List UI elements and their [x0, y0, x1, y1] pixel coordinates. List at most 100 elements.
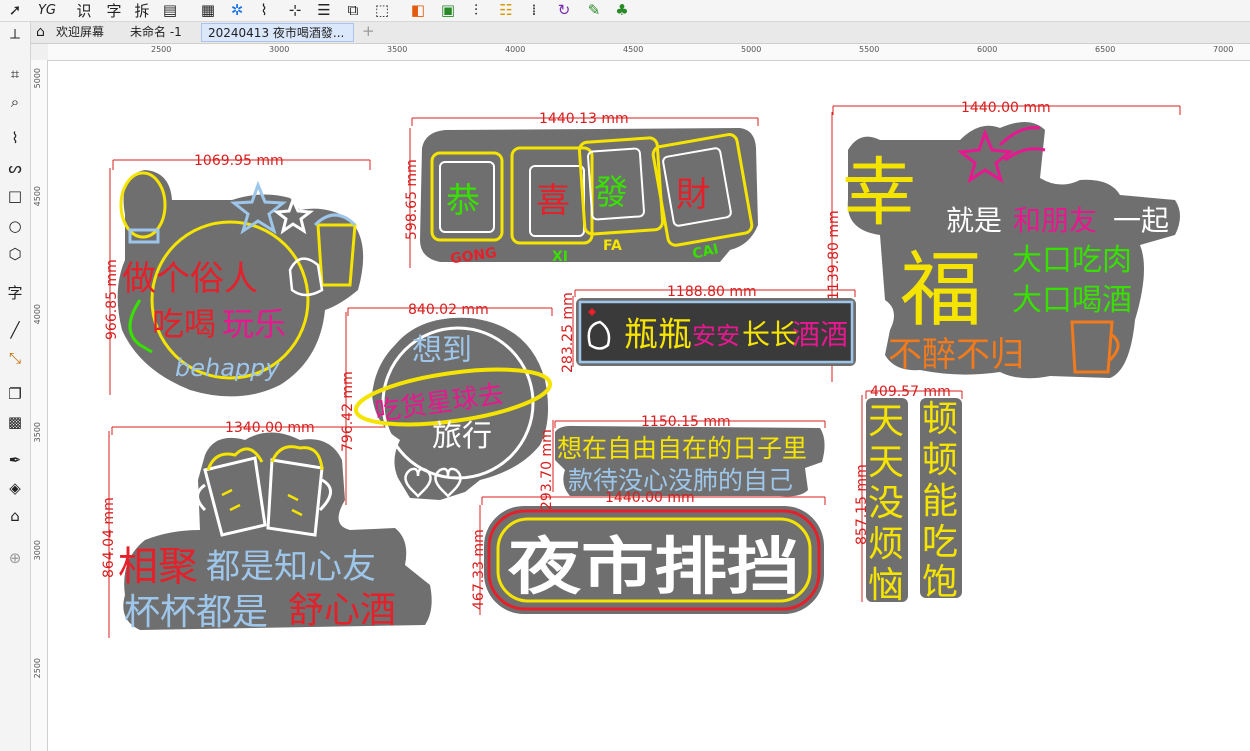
- group-icon[interactable]: ⧉: [343, 0, 363, 20]
- brush-icon[interactable]: ✎: [584, 0, 604, 20]
- ruler-label: 4000: [505, 45, 526, 54]
- sign8-c2-4: 饱: [922, 562, 958, 603]
- home-icon[interactable]: ⌂: [30, 23, 52, 42]
- sign3-big2: 福: [900, 243, 982, 338]
- transparency-icon[interactable]: ▩: [5, 412, 25, 432]
- polygon-icon[interactable]: ⬡: [5, 244, 25, 264]
- ruler-corner[interactable]: [31, 44, 49, 61]
- sign4-t1: 瓶瓶: [624, 315, 692, 355]
- sign3-line-c: 一起: [1113, 204, 1169, 237]
- sign2-char3: 發: [594, 173, 628, 213]
- sign-cheers[interactable]: 相聚 都是知心友 杯杯都是 舒心酒: [118, 432, 432, 634]
- ruler-label: 2500: [33, 658, 42, 679]
- sign8-c1-0: 天: [868, 401, 904, 442]
- sign-gong-xi-fa-cai[interactable]: 恭 喜 發 財 GONG XI FA CAI: [420, 128, 758, 267]
- sign-ping-an[interactable]: 瓶瓶 安安 长长 酒酒: [576, 298, 856, 366]
- ruler-label: 3500: [387, 45, 408, 54]
- pick-tool-icon[interactable]: ➚: [4, 0, 26, 20]
- tab-untitled[interactable]: 未命名 -1: [124, 23, 198, 42]
- document-icon[interactable]: ▦: [198, 0, 218, 20]
- top-toolbar: ➚ YG 识 字 拆 ▤ ▦ ✲ ⌇ ⊹ ☰ ⧉ ⬚ ◧ ▣ ⫶ ☷ ⁞ ↻ ✎…: [0, 0, 1250, 22]
- sign-planet[interactable]: 想到 吃货星球去 旅行: [353, 317, 554, 500]
- char-button[interactable]: 字: [104, 0, 124, 20]
- color-replace-icon[interactable]: ◧: [408, 0, 428, 20]
- recognize-button[interactable]: 识: [74, 0, 94, 20]
- image-icon[interactable]: ▣: [438, 0, 458, 20]
- weld-icon[interactable]: ✲: [227, 0, 247, 20]
- crop-icon[interactable]: ⌗: [5, 64, 25, 84]
- plugin-icon[interactable]: ♣: [612, 0, 632, 20]
- rectangle-icon[interactable]: □: [5, 186, 25, 206]
- node-icon[interactable]: ⊹: [285, 0, 305, 20]
- new-tab-button[interactable]: +: [356, 23, 374, 42]
- connector-icon[interactable]: ⤡: [5, 348, 25, 368]
- dim-s6-width: 1150.15 mm: [641, 414, 731, 430]
- sign4-t2: 安安: [692, 322, 740, 350]
- horizontal-ruler[interactable]: 2500 3000 3500 4000 4500 5000 5500 6000 …: [48, 44, 1250, 61]
- sign2-char2: 喜: [536, 181, 570, 221]
- yg-icon[interactable]: YG: [36, 0, 58, 20]
- ruler-label: 4500: [33, 186, 42, 207]
- sign8-c2-2: 能: [922, 481, 958, 522]
- sign-vertical-couplet[interactable]: 天 天 没 烦 恼 顿 顿 能 吃 饱: [866, 398, 962, 606]
- ruler-label: 6000: [977, 45, 998, 54]
- freehand-pick-icon[interactable]: ⟂: [5, 24, 25, 44]
- line-icon[interactable]: ╱: [5, 320, 25, 340]
- sign3-big1: 幸: [842, 150, 916, 236]
- sign9-l1b: 都是知心友: [206, 547, 376, 587]
- curve-icon[interactable]: ⌇: [254, 0, 274, 20]
- sign2-pinyin2: XI: [552, 249, 568, 265]
- ruler-label: 4000: [33, 304, 42, 325]
- sign8-c2-3: 吃: [922, 522, 958, 563]
- fill-icon[interactable]: ◈: [5, 478, 25, 498]
- redo-icon[interactable]: ↻: [554, 0, 574, 20]
- tab-welcome[interactable]: 欢迎屏幕: [50, 23, 122, 42]
- drawing-canvas[interactable]: 做个俗人 吃喝 玩乐 behappy 恭 喜 發 財 GONG XI FA CA…: [48, 61, 1250, 751]
- freehand-icon[interactable]: ⌇: [5, 128, 25, 148]
- sign-free-days[interactable]: 想在自由自在的日子里 款待没心没肺的自己: [555, 425, 825, 497]
- interactive-fill-icon[interactable]: ⌂: [5, 506, 25, 526]
- sign9-l2b: 舒心酒: [288, 590, 396, 631]
- ruler-label: 7000: [1213, 45, 1234, 54]
- dim-s5-height: 796.42 mm: [340, 371, 356, 452]
- dim-s7-height: 467.33 mm: [471, 529, 487, 610]
- text-tool[interactable]: 字: [5, 282, 25, 302]
- sign1-line2b: 玩乐: [222, 305, 286, 343]
- sign-xing-fu[interactable]: 幸 福 就是 和朋友 一起 大口吃肉 大口喝酒 不醉不归: [842, 121, 1180, 379]
- sign5-t3: 旅行: [432, 419, 492, 454]
- align-icon[interactable]: ☰: [314, 0, 334, 20]
- sign-be-happy[interactable]: 做个俗人 吃喝 玩乐 behappy: [117, 170, 364, 397]
- eyedropper-icon[interactable]: ✒: [5, 450, 25, 470]
- sign1-line3: behappy: [175, 354, 280, 382]
- artwork-svg: 做个俗人 吃喝 玩乐 behappy 恭 喜 發 財 GONG XI FA CA…: [101, 100, 1181, 638]
- tab-current-document[interactable]: 20240413 夜市喝酒發...: [201, 23, 354, 42]
- dim-s9-height: 864.04 mm: [101, 497, 117, 578]
- dim-s5-width: 840.02 mm: [408, 302, 489, 318]
- dim-s3-width: 1440.00 mm: [961, 100, 1051, 116]
- vertical-ruler[interactable]: 5000 4500 4000 3500 3000 2500: [31, 60, 48, 751]
- bezier-icon[interactable]: ᔕ: [5, 158, 25, 178]
- zoom-icon[interactable]: ⌕: [5, 92, 25, 112]
- sign5-t1: 想到: [412, 333, 472, 368]
- ruler-label: 2500: [151, 45, 172, 54]
- text-size-icon[interactable]: ⫶: [466, 0, 486, 20]
- sign1-line1: 做个俗人: [122, 259, 258, 299]
- sign3-line-b: 和朋友: [1013, 204, 1097, 237]
- shadow-icon[interactable]: ❐: [5, 384, 25, 404]
- ruler-label: 5000: [741, 45, 762, 54]
- list-icon[interactable]: ☷: [496, 0, 516, 20]
- grid-icon[interactable]: ⁞: [524, 0, 544, 20]
- select-box-icon[interactable]: ⬚: [372, 0, 392, 20]
- ruler-label: 3500: [33, 422, 42, 443]
- ellipse-icon[interactable]: ○: [5, 216, 25, 236]
- add-tool-icon[interactable]: ⊕: [5, 548, 25, 568]
- sign1-line2: 吃喝: [152, 305, 216, 343]
- dim-s1-height: 966.85 mm: [104, 259, 120, 340]
- sign4-t4: 酒酒: [792, 318, 848, 351]
- sign-night-market[interactable]: 夜市排挡: [484, 506, 824, 614]
- sign3-line-e: 大口喝酒: [1012, 283, 1132, 318]
- layers-icon[interactable]: ▤: [160, 0, 180, 20]
- dim-s8-width: 409.57 mm: [870, 384, 951, 400]
- sign8-c1-1: 天: [868, 442, 904, 483]
- split-button[interactable]: 拆: [132, 0, 152, 20]
